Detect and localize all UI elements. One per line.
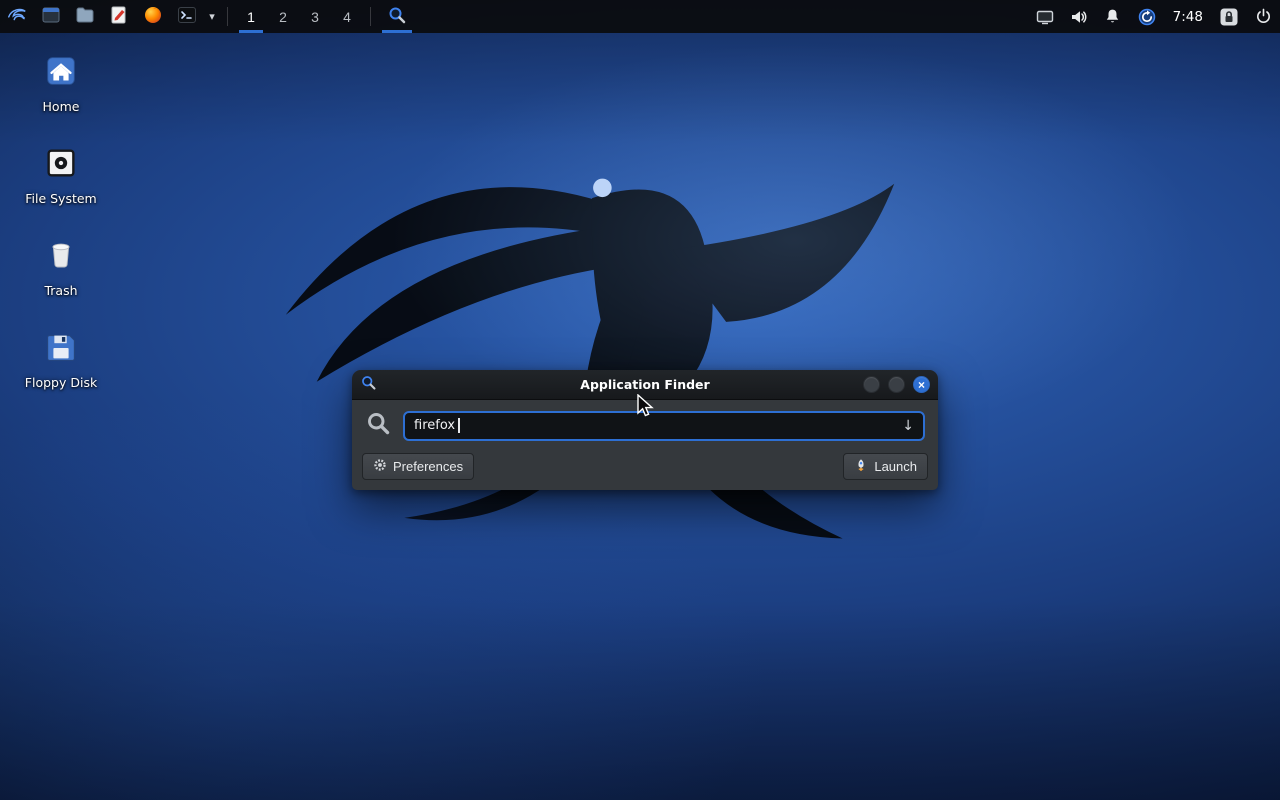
window-title: Application Finder [352, 377, 938, 392]
updates-icon[interactable] [1130, 0, 1164, 33]
power-icon[interactable] [1246, 0, 1280, 33]
top-panel: ▾ 1 2 3 4 [0, 0, 1280, 33]
clock[interactable]: 7:48 [1164, 0, 1212, 33]
workspace-button-2[interactable]: 2 [267, 0, 299, 33]
launch-rocket-icon [854, 458, 868, 475]
desktop-icon-column: Home File System Trash [18, 52, 104, 390]
notifications-bell-icon[interactable] [1096, 0, 1130, 33]
panel-left-group: ▾ 1 2 3 4 [0, 0, 416, 33]
floppy-disk-icon [42, 328, 80, 370]
folder-icon [75, 5, 95, 28]
text-editor-launcher-button[interactable] [102, 0, 136, 33]
search-row: firefox ↓ [352, 400, 938, 449]
workspace-label: 3 [311, 9, 319, 25]
window-icon [41, 5, 61, 28]
panel-separator [370, 7, 371, 26]
display-icon[interactable] [1028, 0, 1062, 33]
launch-button[interactable]: Launch [843, 453, 928, 480]
maximize-button[interactable] [888, 376, 905, 393]
launch-button-label: Launch [874, 459, 917, 474]
files-launcher-button[interactable] [68, 0, 102, 33]
desktop-icon-label: File System [25, 191, 97, 206]
terminal-launcher-button[interactable] [170, 0, 204, 33]
search-input[interactable]: firefox ↓ [403, 411, 925, 441]
search-input-value: firefox [414, 418, 455, 433]
button-row: Preferences Launch [352, 449, 938, 490]
firefox-launcher-button[interactable] [136, 0, 170, 33]
workspace-button-3[interactable]: 3 [299, 0, 331, 33]
desktop-icon-floppy-disk[interactable]: Floppy Disk [18, 328, 104, 390]
terminal-dropdown-chevron[interactable]: ▾ [204, 0, 220, 33]
taskbar-application-finder-button[interactable] [378, 0, 416, 33]
close-icon: × [918, 379, 925, 391]
applications-menu-button[interactable] [0, 0, 34, 33]
arrow-down-icon: ↓ [902, 418, 914, 434]
workspace-label: 1 [247, 9, 255, 25]
gear-icon [373, 458, 387, 475]
titlebar[interactable]: Application Finder × [352, 370, 938, 400]
preferences-button-label: Preferences [393, 459, 463, 474]
lock-screen-icon[interactable] [1212, 0, 1246, 33]
file-manager-launcher-button[interactable] [34, 0, 68, 33]
desktop-icon-trash[interactable]: Trash [18, 236, 104, 298]
drive-icon [42, 144, 80, 186]
volume-icon[interactable] [1062, 0, 1096, 33]
chevron-down-icon: ▾ [209, 10, 215, 23]
workspace-label: 2 [279, 9, 287, 25]
kali-logo-icon [6, 4, 28, 29]
workspace-button-1[interactable]: 1 [235, 0, 267, 33]
desktop-icon-label: Floppy Disk [25, 375, 97, 390]
panel-separator [227, 7, 228, 26]
search-icon [365, 410, 392, 441]
panel-tray-group: 7:48 [1028, 0, 1280, 33]
desktop-icon-label: Home [43, 99, 80, 114]
document-pencil-icon [109, 5, 129, 28]
minimize-button[interactable] [863, 376, 880, 393]
workspace-button-4[interactable]: 4 [331, 0, 363, 33]
close-button[interactable]: × [913, 376, 930, 393]
window-controls: × [863, 376, 930, 393]
home-folder-icon [42, 52, 80, 94]
firefox-icon [143, 5, 163, 28]
terminal-icon [177, 5, 197, 28]
desktop-icon-file-system[interactable]: File System [18, 144, 104, 206]
text-caret [458, 418, 460, 433]
preferences-button[interactable]: Preferences [362, 453, 474, 480]
application-finder-window: Application Finder × firefox ↓ [352, 370, 938, 490]
application-finder-icon [387, 5, 407, 28]
desktop-icon-home[interactable]: Home [18, 52, 104, 114]
trash-icon [42, 236, 80, 278]
application-finder-window-icon [360, 374, 377, 395]
workspace-label: 4 [343, 9, 351, 25]
desktop-icon-label: Trash [44, 283, 77, 298]
